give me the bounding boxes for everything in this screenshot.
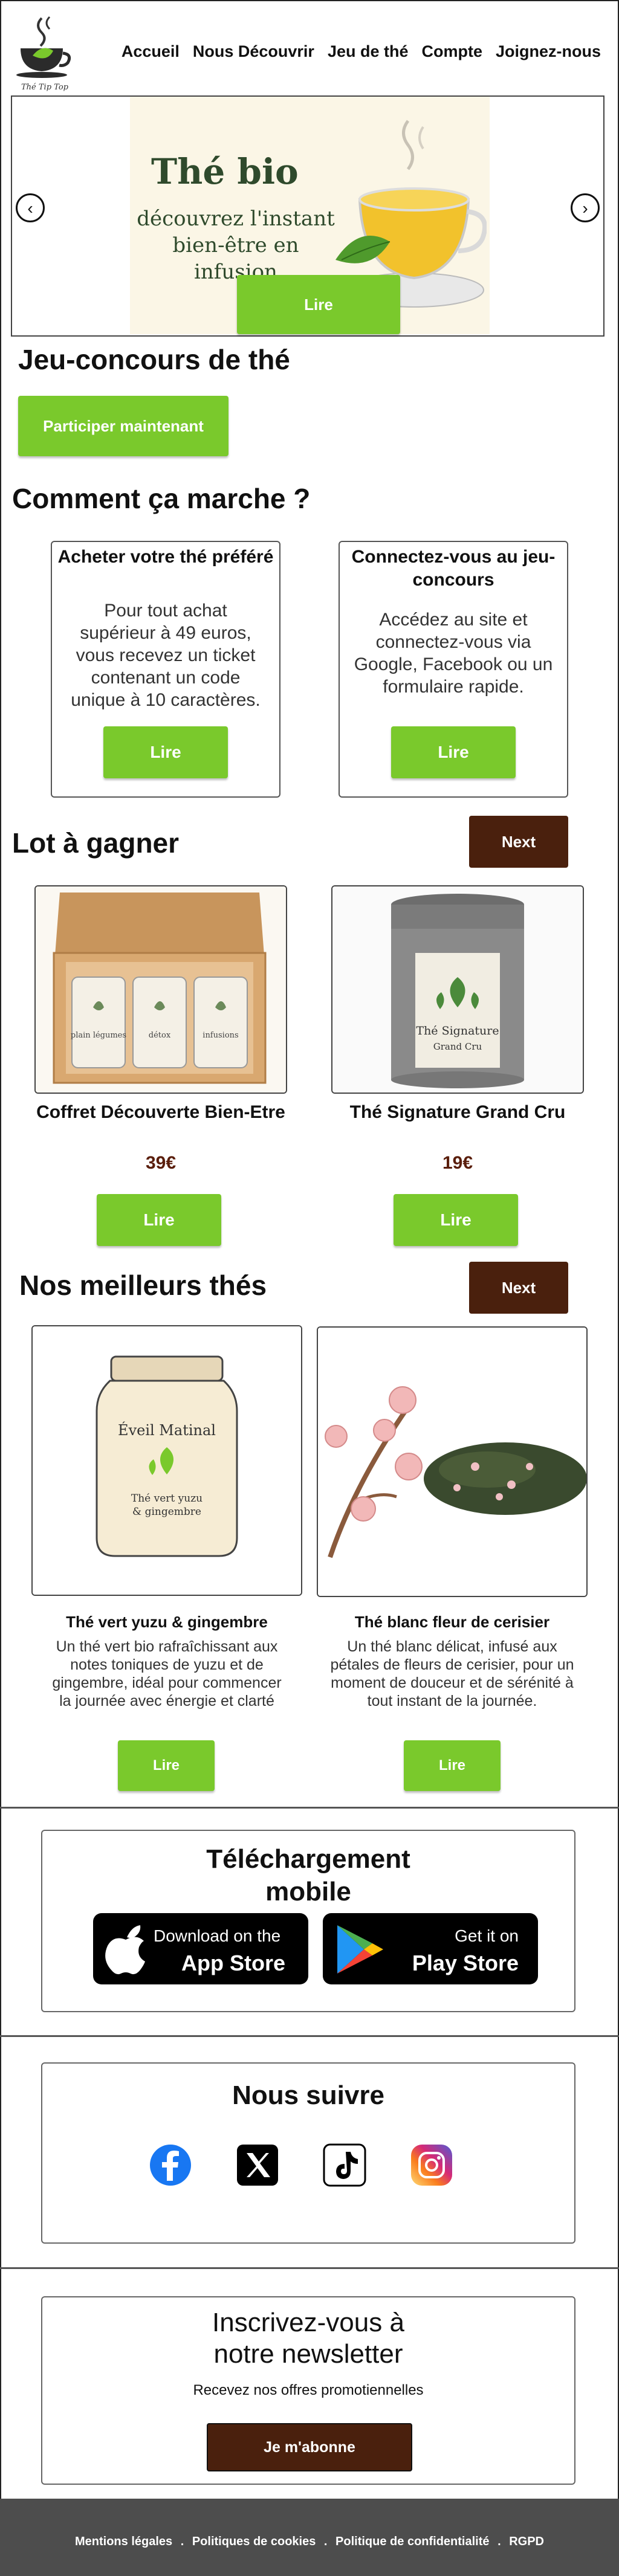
nav-accueil[interactable]: Accueil	[122, 42, 180, 61]
tin-label: Grand Cru	[433, 1041, 482, 1052]
box-label: détox	[149, 1031, 171, 1040]
follow-title: Nous suivre	[232, 2080, 384, 2110]
play-store-button[interactable]: Get it on Play Store	[323, 1913, 538, 1984]
gift-box-illustration: plain légumes détox infusions	[36, 886, 286, 1093]
tea-description: Un thé vert bio rafraîchissant aux notes…	[52, 1638, 282, 1709]
how-card-connect: Connectez-vous au jeu-concours Accédez a…	[339, 541, 568, 798]
tea-name: Thé vert yuzu & gingembre	[66, 1613, 268, 1631]
logo-text: Thé Tip Top	[21, 83, 68, 92]
app-store-big-text: App Store	[181, 1951, 286, 1975]
teacup-logo-icon	[16, 16, 71, 78]
tea-name: Thé blanc fleur de cerisier	[354, 1613, 550, 1631]
download-title-line2: mobile	[265, 1877, 351, 1906]
logo[interactable]: Thé Tip Top	[15, 12, 75, 92]
how-card-title: Connectez-vous au jeu-concours	[351, 547, 556, 590]
banner-title: Thé bio	[151, 151, 299, 192]
cherry-blossom-tea-illustration	[318, 1328, 586, 1596]
contest-title: Jeu-concours de thé	[18, 344, 290, 375]
newsletter-title-line2: notre newsletter	[213, 2339, 403, 2369]
carousel-prev-button[interactable]: ‹	[16, 193, 45, 222]
chevron-left-icon: ‹	[27, 199, 33, 218]
tea-read-button[interactable]: Lire	[404, 1740, 501, 1791]
apple-icon	[105, 1925, 145, 1975]
how-card-title: Acheter votre thé préféré	[57, 547, 274, 567]
prize-name: Thé Signature Grand Cru	[349, 1102, 566, 1122]
tea-image-yuzu: Éveil Matinal Thé vert yuzu & gingembre	[31, 1325, 302, 1596]
section-divider	[0, 2035, 619, 2037]
download-title-line1: Téléchargement	[206, 1844, 410, 1874]
newsletter-title-line1: Inscrivez-vous à	[212, 2308, 404, 2337]
how-card-buy: Acheter votre thé préféré Pour tout acha…	[51, 541, 280, 798]
prize-image-signature: Thé Signature Grand Cru	[331, 885, 584, 1094]
tiktok-icon[interactable]	[323, 2143, 366, 2187]
footer-links: Mentions légales . Politiques de cookies…	[0, 2535, 619, 2549]
box-label: infusions	[203, 1031, 238, 1040]
tea-jar-illustration: Éveil Matinal Thé vert yuzu & gingembre	[33, 1326, 301, 1595]
jar-label: Éveil Matinal	[118, 1421, 216, 1439]
participate-button[interactable]: Participer maintenant	[18, 396, 228, 456]
footer-link-rgpd[interactable]: RGPD	[509, 2535, 544, 2548]
box-label: plain légumes	[71, 1031, 126, 1040]
tea-tin-illustration: Thé Signature Grand Cru	[332, 886, 583, 1093]
app-store-button[interactable]: Download on the App Store	[93, 1913, 308, 1984]
facebook-icon[interactable]	[149, 2143, 192, 2187]
footer: Mentions légales . Politiques de cookies…	[0, 2499, 619, 2576]
tea-read-button[interactable]: Lire	[118, 1740, 215, 1791]
subscribe-button[interactable]: Je m'abonne	[207, 2423, 412, 2471]
footer-link-mentions[interactable]: Mentions légales	[75, 2535, 172, 2548]
how-card-body: Pour tout achat supérieur à 49 euros, vo…	[71, 601, 261, 710]
prize-price: 19€	[442, 1153, 473, 1173]
main-nav: Accueil Nous Découvrir Jeu de thé Compte…	[122, 42, 601, 61]
prize-image-coffret: plain légumes détox infusions	[34, 885, 287, 1094]
how-card-read-button[interactable]: Lire	[103, 726, 228, 778]
newsletter-subtitle: Recevez nos offres promotiennelles	[193, 2382, 424, 2398]
nav-compte[interactable]: Compte	[422, 42, 483, 61]
nav-nous-decouvrir[interactable]: Nous Découvrir	[193, 42, 314, 61]
nav-joignez-nous[interactable]: Joignez-nous	[496, 42, 601, 61]
how-title: Comment ça marche ?	[12, 483, 311, 514]
download-section: Téléchargement mobile Download on the Ap…	[41, 1830, 575, 2012]
best-next-button[interactable]: Next	[469, 1262, 568, 1314]
banner-subtitle-line1: découvrez l'instant	[137, 207, 335, 231]
play-store-small-text: Get it on	[455, 1926, 519, 1945]
how-card-body: Accédez au site et connectez-vous via Go…	[354, 610, 553, 697]
carousel-next-button[interactable]: ›	[571, 193, 600, 222]
tea-description: Un thé blanc délicat, infusé aux pétales…	[330, 1638, 574, 1709]
section-divider	[0, 1807, 619, 1809]
section-divider	[0, 2267, 619, 2269]
jar-label: & gingembre	[132, 1506, 201, 1518]
newsletter-title: Inscrivez-vous à notre newsletter	[42, 2307, 574, 2370]
carousel-read-button[interactable]: Lire	[237, 275, 400, 334]
tin-label: Thé Signature	[416, 1024, 499, 1038]
footer-separator: .	[180, 2535, 184, 2548]
download-title: Téléchargement mobile	[42, 1843, 574, 1908]
nav-jeu-de-the[interactable]: Jeu de thé	[328, 42, 409, 61]
newsletter-section: Inscrivez-vous à notre newsletter Receve…	[41, 2296, 575, 2485]
banner-subtitle: découvrez l'instant bien-être en infusio…	[136, 205, 335, 285]
jar-label: Thé vert yuzu	[131, 1493, 203, 1505]
instagram-icon[interactable]	[410, 2143, 453, 2187]
prize-price: 39€	[145, 1153, 177, 1173]
footer-link-confidentialite[interactable]: Politique de confidentialité	[335, 2535, 489, 2548]
prize-read-button[interactable]: Lire	[394, 1194, 518, 1246]
tea-image-cerisier	[317, 1326, 588, 1597]
best-title: Nos meilleurs thés	[19, 1270, 267, 1301]
hero-carousel: Thé bio découvrez l'instant bien-être en…	[11, 95, 604, 337]
prize-read-button[interactable]: Lire	[97, 1194, 221, 1246]
footer-separator: .	[497, 2535, 501, 2548]
x-icon[interactable]	[236, 2143, 279, 2187]
app-store-small-text: Download on the	[154, 1926, 281, 1945]
prize-name: Coffret Découverte Bien-Etre	[36, 1102, 285, 1122]
chevron-right-icon: ›	[582, 199, 588, 218]
play-store-big-text: Play Store	[412, 1951, 519, 1975]
footer-separator: .	[323, 2535, 328, 2548]
google-play-icon	[337, 1925, 383, 1974]
how-card-read-button[interactable]: Lire	[391, 726, 516, 778]
prizes-next-button[interactable]: Next	[469, 816, 568, 868]
follow-section: Nous suivre	[41, 2062, 575, 2244]
footer-link-cookies[interactable]: Politiques de cookies	[192, 2535, 316, 2548]
prizes-title: Lot à gagner	[12, 827, 180, 859]
